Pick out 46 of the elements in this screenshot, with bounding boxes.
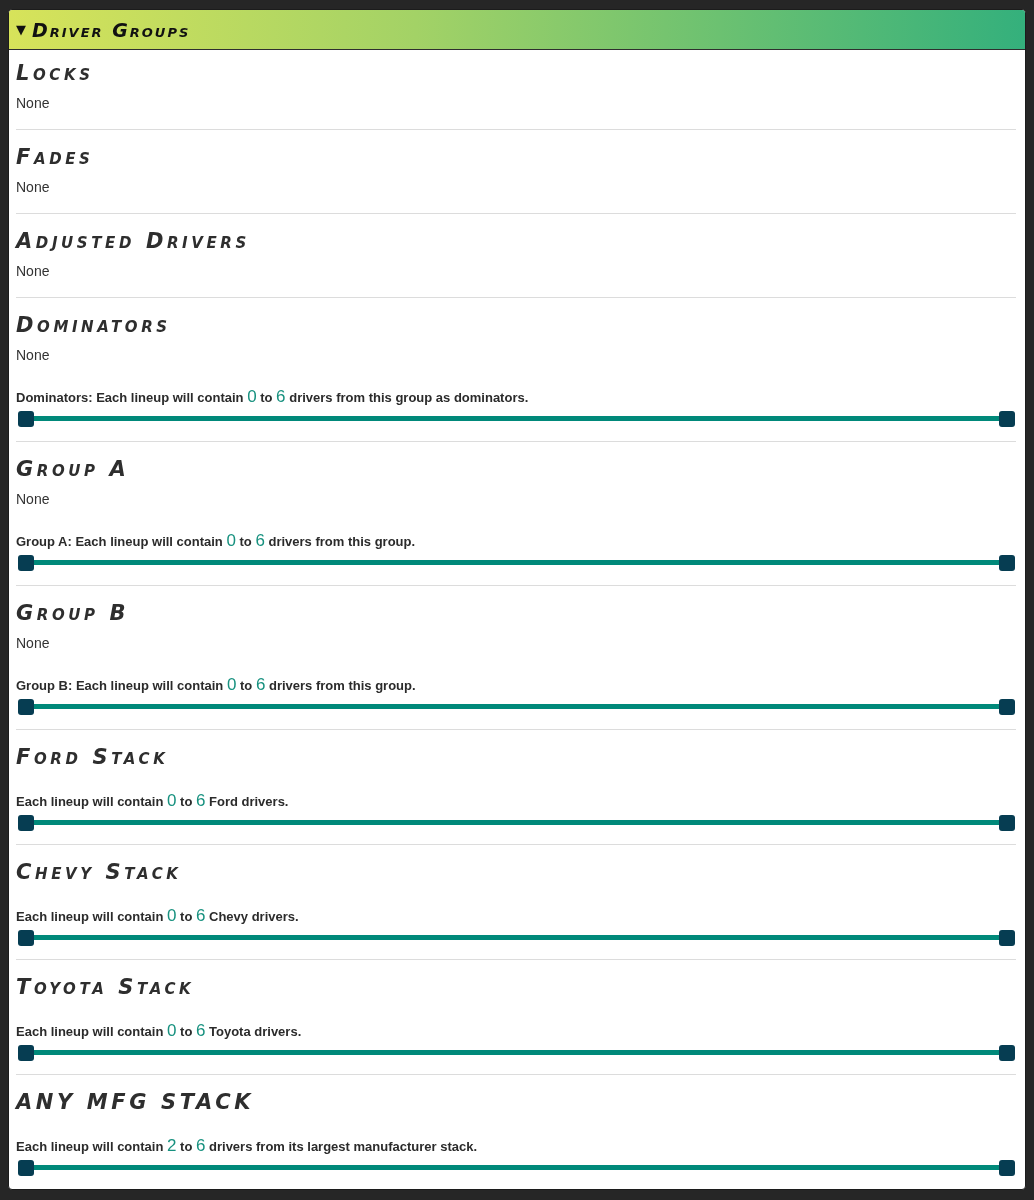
slider-handle[interactable] xyxy=(18,815,34,831)
section-heading: Fades xyxy=(16,144,94,171)
slider-handle[interactable] xyxy=(18,1045,34,1061)
group-value-text: None xyxy=(16,178,50,197)
slider-handle[interactable] xyxy=(999,1045,1015,1061)
range-slider-track[interactable] xyxy=(18,930,1015,946)
range-description: Group A: Each lineup will contain 0 to 6 drivers from this group. xyxy=(16,530,416,552)
slider-handle[interactable] xyxy=(999,411,1015,427)
range-description: Dominators: Each lineup will contain 0 to 6 drivers from this group as dominators. xyxy=(16,386,529,408)
group-value-text: None xyxy=(16,94,50,113)
range-description: Each lineup will contain 2 to 6 drivers from its largest manufacturer stack. xyxy=(16,1135,478,1157)
slider-handle[interactable] xyxy=(18,699,34,715)
section-heading: Adjusted Drivers xyxy=(16,228,250,255)
slider-handle[interactable] xyxy=(999,815,1015,831)
section-heading: Group A xyxy=(16,456,130,483)
range-description: Each lineup will contain 0 to 6 Toyota drivers. xyxy=(16,1020,302,1042)
range-slider-track[interactable] xyxy=(18,555,1015,571)
slider-handle[interactable] xyxy=(18,411,34,427)
range-slider-track[interactable] xyxy=(18,1045,1015,1061)
range-description: Each lineup will contain 0 to 6 Chevy drivers. xyxy=(16,905,299,927)
range-slider-track[interactable] xyxy=(18,411,1015,427)
range-slider-track[interactable] xyxy=(18,1160,1015,1176)
group-value-text: None xyxy=(16,262,50,281)
caret-icon: ▼ xyxy=(16,22,26,37)
slider-handle[interactable] xyxy=(18,930,34,946)
section-heading: ANY MFG STACK xyxy=(16,1089,255,1116)
range-slider-track[interactable] xyxy=(18,699,1015,715)
section-heading: Locks xyxy=(16,60,94,87)
section-heading: Ford Stack xyxy=(16,744,169,771)
section-heading: Toyota Stack xyxy=(16,974,195,1001)
range-slider-track[interactable] xyxy=(18,815,1015,831)
group-value-text: None xyxy=(16,346,50,365)
slider-handle[interactable] xyxy=(999,1160,1015,1176)
slider-handle[interactable] xyxy=(999,555,1015,571)
group-value-text: None xyxy=(16,490,50,509)
slider-handle[interactable] xyxy=(999,699,1015,715)
slider-handle[interactable] xyxy=(999,930,1015,946)
section-heading: Dominators xyxy=(16,312,171,339)
range-description: Group B: Each lineup will contain 0 to 6 drivers from this group. xyxy=(16,674,416,696)
section-heading: Group B xyxy=(16,600,130,627)
slider-handle[interactable] xyxy=(18,1160,34,1176)
range-description: Each lineup will contain 0 to 6 Ford drivers. xyxy=(16,790,289,812)
slider-handle[interactable] xyxy=(18,555,34,571)
section-heading: Chevy Stack xyxy=(16,859,182,886)
group-value-text: None xyxy=(16,634,50,653)
collapse-toggle[interactable]: ▼ Driver Groups xyxy=(16,18,191,41)
